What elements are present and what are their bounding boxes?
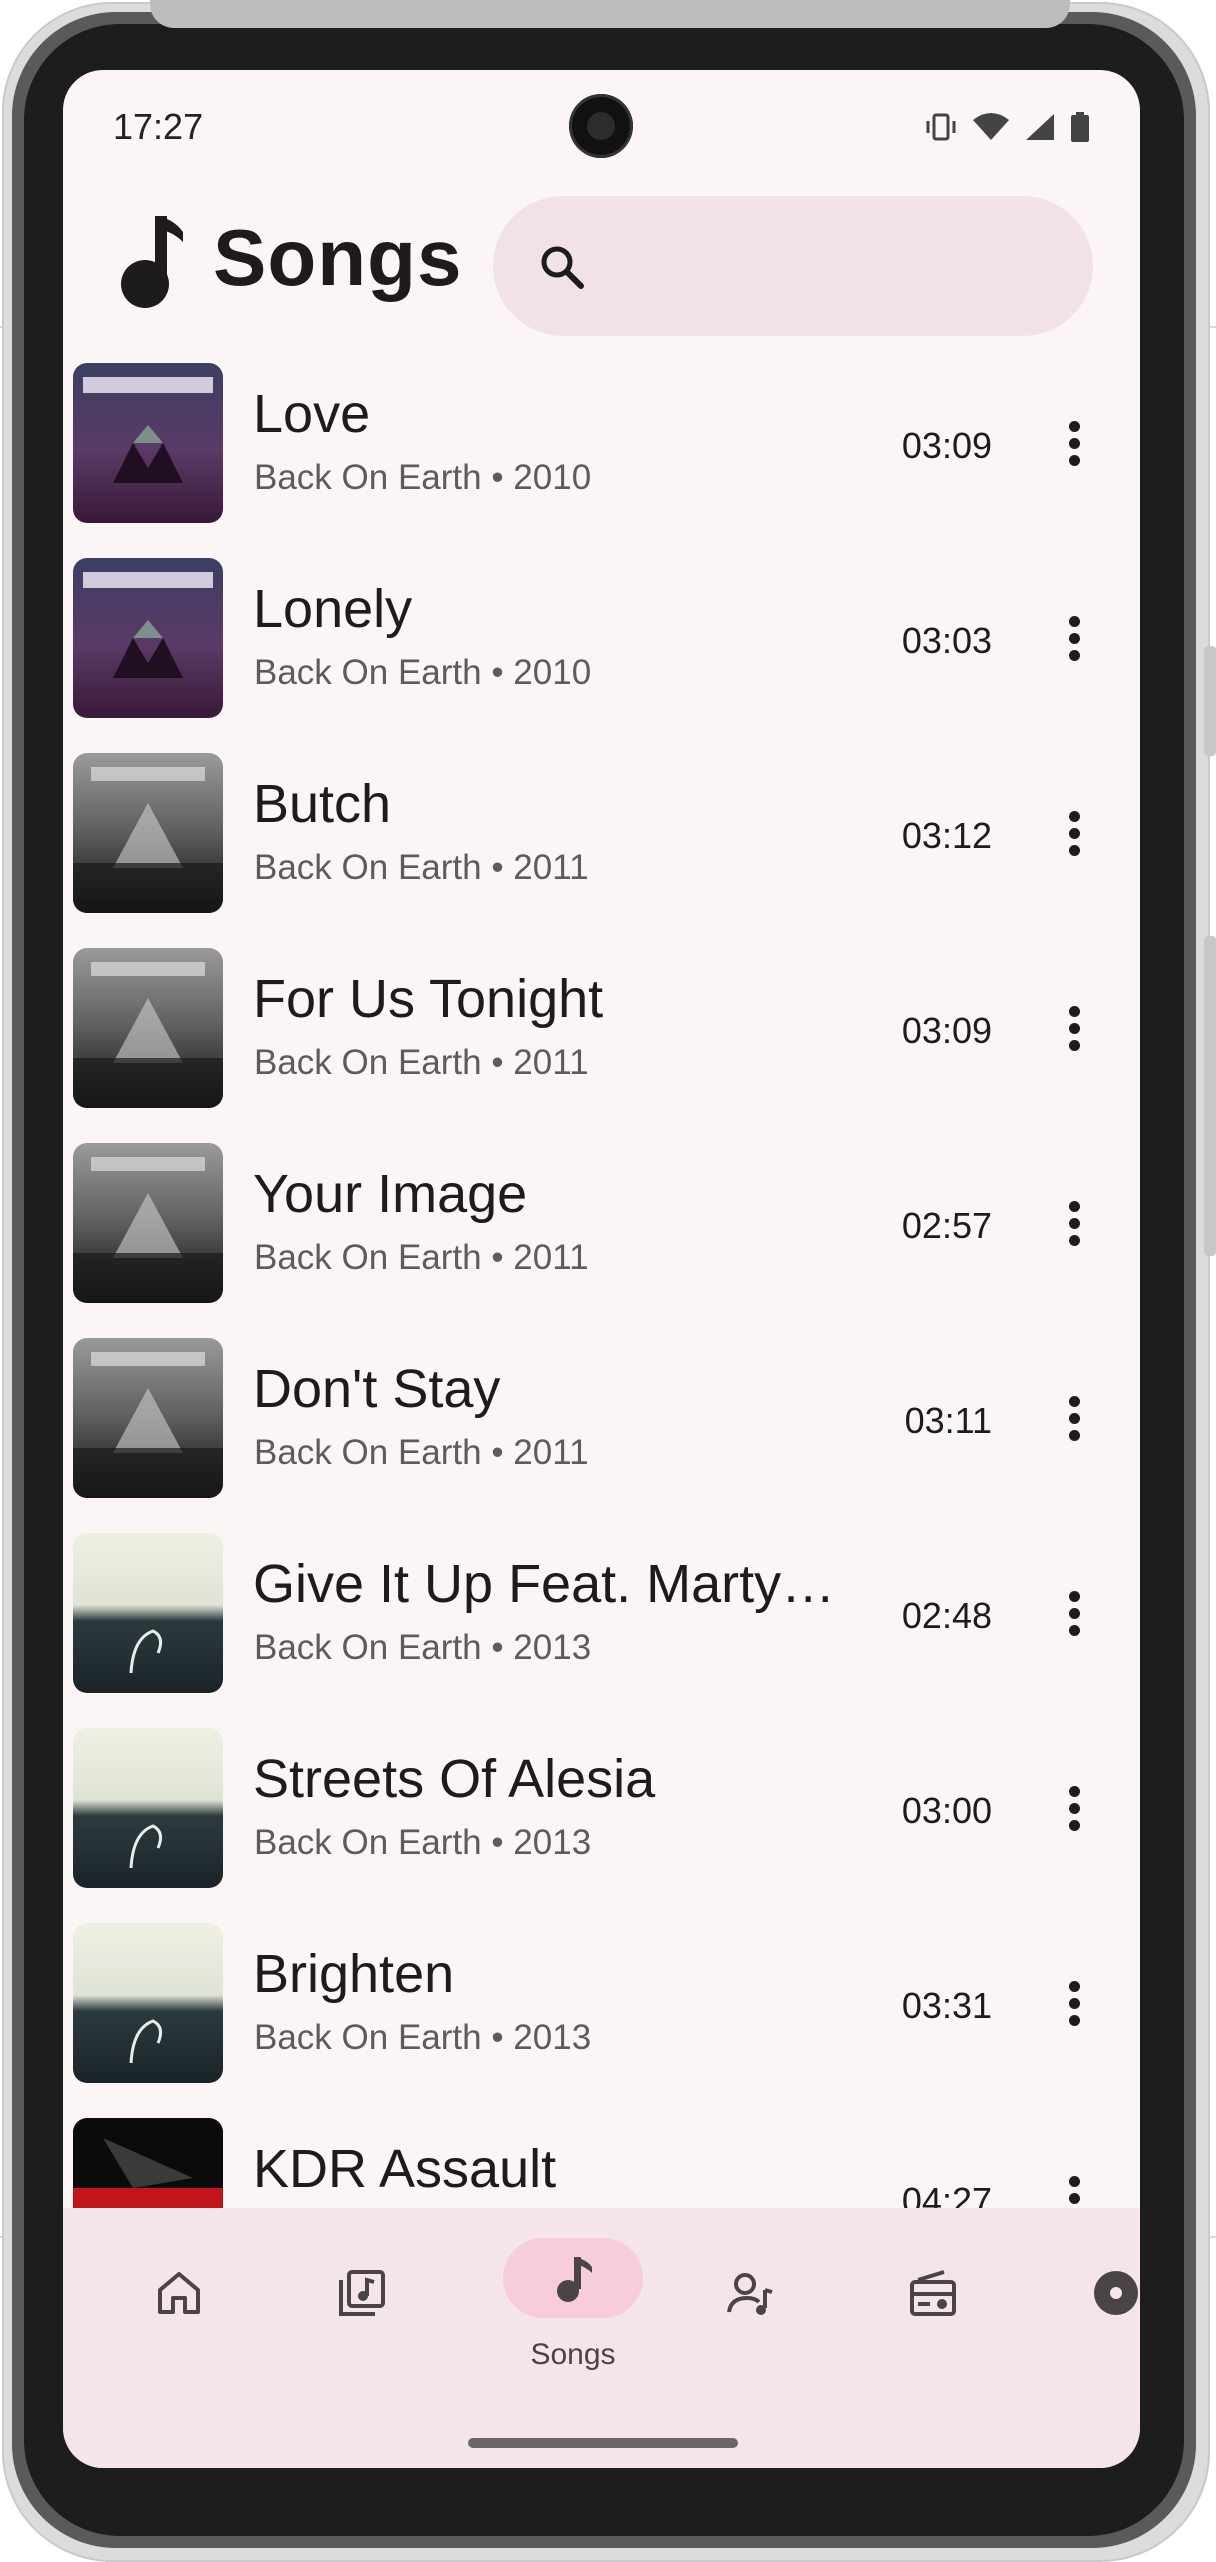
more-vert-icon[interactable]	[1048, 600, 1100, 676]
more-vert-icon[interactable]	[1048, 795, 1100, 871]
artists-icon[interactable]	[725, 2268, 775, 2318]
song-duration: 03:09	[901, 425, 992, 466]
power-button	[1204, 646, 1216, 756]
song-title: For Us Tonight	[253, 969, 604, 1029]
song-subtitle: Back On Earth • 2013	[254, 1628, 592, 1667]
song-item[interactable]: Lonely Back On Earth • 2010 03:03	[63, 558, 1140, 753]
status-bar: 17:27	[63, 70, 1140, 180]
song-title: Your Image	[253, 1164, 528, 1224]
status-icons	[924, 112, 1090, 142]
more-vert-icon[interactable]	[1048, 1575, 1100, 1651]
song-subtitle: Back On Earth • 2011	[254, 1043, 589, 1082]
radio-icon[interactable]	[908, 2268, 958, 2318]
song-item[interactable]: Don't Stay Back On Earth • 2011 03:11	[63, 1338, 1140, 1533]
album-art	[73, 1728, 223, 1888]
search-bar[interactable]	[493, 196, 1093, 336]
song-duration: 03:09	[901, 1010, 992, 1051]
song-item[interactable]: Streets Of Alesia Back On Earth • 2013 0…	[63, 1728, 1140, 1923]
bottom-navigation: Songs	[63, 2208, 1140, 2468]
nav-albums[interactable]	[271, 2208, 451, 2408]
more-vert-icon[interactable]	[1048, 1770, 1100, 1846]
song-duration: 03:03	[901, 620, 992, 661]
header: Songs	[63, 182, 1140, 336]
more-vert-icon[interactable]	[1048, 1380, 1100, 1456]
song-subtitle: Back On Earth • 2013	[254, 1823, 592, 1862]
nav-radio[interactable]	[842, 2208, 1022, 2408]
song-item[interactable]: Your Image Back On Earth • 2011 02:57	[63, 1143, 1140, 1338]
song-title: Give It Up Feat. Marty…	[253, 1554, 836, 1614]
nav-home[interactable]	[88, 2208, 268, 2408]
song-title: Brighten	[253, 1944, 455, 2004]
battery-icon	[1071, 112, 1089, 142]
home-icon[interactable]	[154, 2268, 204, 2318]
volume-button	[1204, 936, 1216, 1256]
music-note-icon	[121, 216, 183, 308]
search-icon[interactable]	[537, 242, 587, 292]
album-art	[73, 1533, 223, 1693]
phone-top-edge	[150, 0, 1070, 28]
song-title: Streets Of Alesia	[253, 1749, 656, 1809]
more-vert-icon[interactable]	[1048, 990, 1100, 1066]
song-item[interactable]: Love Back On Earth • 2010 03:09	[63, 363, 1140, 558]
signal-icon	[1026, 114, 1054, 140]
song-duration: 03:00	[901, 1790, 992, 1831]
song-subtitle: Back On Earth • 2011	[254, 1238, 589, 1277]
song-duration: 02:48	[901, 1595, 992, 1636]
more-vert-icon[interactable]	[1048, 405, 1100, 481]
song-duration: 03:12	[901, 815, 992, 856]
song-title: KDR Assault	[253, 2139, 557, 2199]
song-title: Don't Stay	[253, 1359, 501, 1419]
nav-songs-label: Songs	[530, 2338, 616, 2371]
song-title: Lonely	[253, 579, 413, 639]
album-art	[73, 948, 223, 1108]
nav-disc[interactable]	[1025, 2208, 1140, 2408]
song-item[interactable]: Give It Up Feat. Marty… Back On Earth • …	[63, 1533, 1140, 1728]
song-subtitle: Back On Earth • 2013	[254, 2018, 592, 2057]
songs-icon[interactable]	[548, 2253, 598, 2303]
album-art	[73, 363, 223, 523]
album-art	[73, 558, 223, 718]
song-item[interactable]: Brighten Back On Earth • 2013 03:31	[63, 1923, 1140, 2118]
wifi-icon	[973, 113, 1009, 140]
song-duration: 03:31	[901, 1985, 992, 2026]
search-input[interactable]	[603, 226, 1067, 308]
song-item[interactable]: Butch Back On Earth • 2011 03:12	[63, 753, 1140, 948]
album-art	[73, 753, 223, 913]
song-duration: 02:57	[901, 1205, 992, 1246]
disc-icon[interactable]	[1091, 2268, 1140, 2318]
song-item[interactable]: For Us Tonight Back On Earth • 2011 03:0…	[63, 948, 1140, 1143]
song-duration: 03:11	[904, 1400, 992, 1441]
song-title: Butch	[253, 774, 392, 834]
more-vert-icon[interactable]	[1048, 1965, 1100, 2041]
page-title: Songs	[213, 213, 463, 302]
more-vert-icon[interactable]	[1048, 1185, 1100, 1261]
album-art	[73, 1923, 223, 2083]
song-title: Love	[253, 384, 371, 444]
song-subtitle: Back On Earth • 2010	[254, 653, 592, 692]
album-art	[73, 1143, 223, 1303]
albums-icon[interactable]	[337, 2268, 387, 2318]
screen: 17:27 Songs Love Back On Earth • 2010 03…	[63, 70, 1140, 2468]
song-subtitle: Back On Earth • 2010	[254, 458, 592, 497]
nav-songs[interactable]: Songs	[459, 2208, 643, 2408]
status-time: 17:27	[113, 106, 204, 147]
vibrate-icon	[926, 113, 956, 141]
front-camera	[569, 94, 633, 158]
home-gesture-bar[interactable]	[468, 2438, 738, 2448]
song-subtitle: Back On Earth • 2011	[254, 1433, 589, 1472]
album-art	[73, 1338, 223, 1498]
nav-artists[interactable]	[659, 2208, 839, 2408]
song-subtitle: Back On Earth • 2011	[254, 848, 589, 887]
